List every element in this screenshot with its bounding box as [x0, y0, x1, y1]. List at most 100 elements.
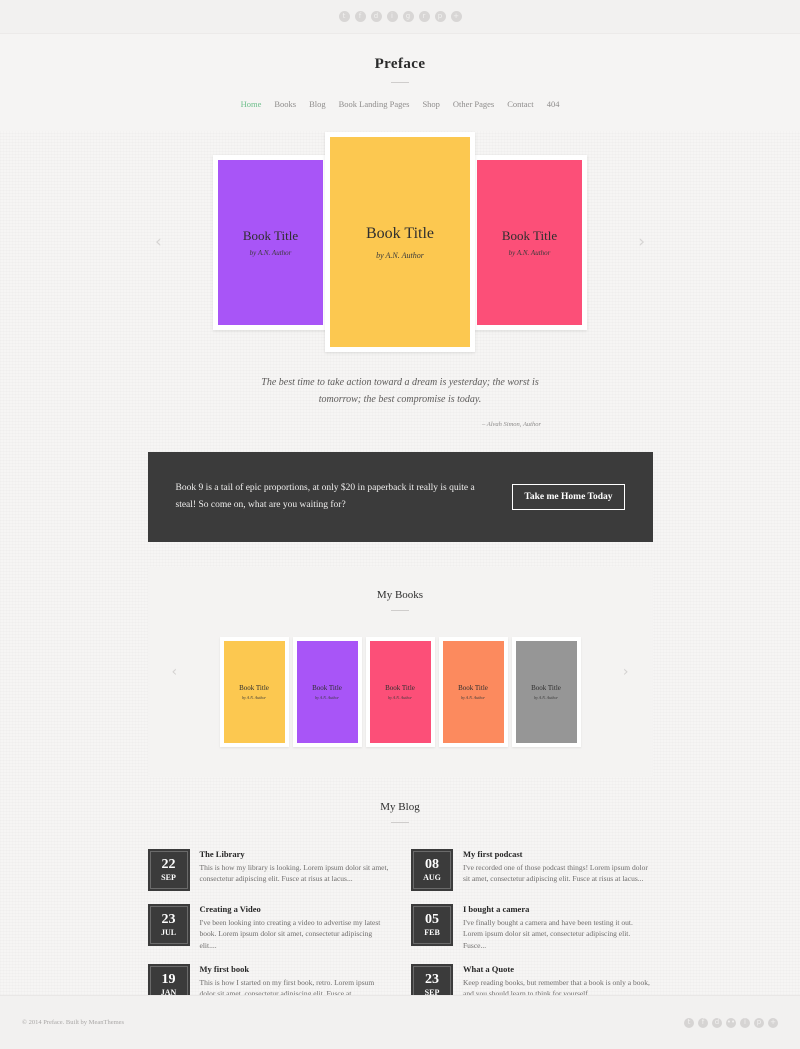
- cta-section: Book 9 is a tail of epic proportions, at…: [0, 434, 800, 542]
- post-date-month: AUG: [423, 873, 441, 882]
- my-books-section: My Books ‹ Book Title by A.N. Author Book …: [0, 567, 800, 777]
- hero-quote: The best time to take action toward a dr…: [0, 353, 800, 434]
- book-cover: Book Title by A.N. Author: [330, 137, 470, 347]
- post-date-badge: 23 JUL: [147, 904, 190, 946]
- twitter-icon[interactable]: t: [338, 11, 350, 22]
- reddit-icon[interactable]: r: [418, 11, 430, 22]
- nav-item-home[interactable]: Home: [241, 99, 262, 109]
- book-title: Book Title: [365, 224, 435, 242]
- book-author: by A.N. Author: [376, 250, 424, 260]
- facebook-icon[interactable]: f: [354, 11, 366, 22]
- book-cover: Book Title by A.N. Author: [442, 641, 504, 743]
- post-body: My first podcast I've recorded one of tho…: [463, 849, 653, 885]
- post-date-badge: 08 AUG: [411, 849, 453, 891]
- book-author: by A.N. Author: [461, 695, 485, 700]
- pinterest-icon[interactable]: p: [434, 11, 446, 22]
- nav-item-contact[interactable]: Contact: [507, 99, 533, 109]
- blog-post-item[interactable]: 23 JUL Creating a Video I've been looking i…: [147, 904, 390, 951]
- github-icon[interactable]: g: [402, 11, 414, 22]
- post-date-month: JUL: [160, 928, 177, 937]
- post-date-month: SEP: [161, 873, 176, 882]
- blog-post-item[interactable]: 22 SEP The Library This is how my library i…: [147, 849, 390, 891]
- book-author: by A.N. Author: [315, 695, 339, 700]
- post-body: The Library This is how my library is loo…: [200, 849, 390, 885]
- post-body: My first book This is how I started on my…: [200, 964, 390, 1000]
- book-cover: Book Title by A.N. Author: [218, 159, 323, 325]
- post-title[interactable]: My first book: [200, 964, 390, 974]
- post-date-day: 05: [425, 912, 439, 927]
- dribbble-icon[interactable]: d: [370, 11, 382, 22]
- books-next-arrow-icon[interactable]: ›: [623, 664, 629, 680]
- my-books-card[interactable]: Book Title by A.N. Author: [292, 637, 362, 747]
- book-author: by A.N. Author: [242, 695, 266, 700]
- my-blog-title: My Blog: [380, 801, 420, 813]
- google-plus-icon[interactable]: +: [450, 11, 462, 22]
- post-title[interactable]: I bought a camera: [463, 904, 653, 914]
- my-books-title: My Books: [376, 589, 424, 601]
- post-excerpt: I've been looking into creating a video …: [199, 918, 381, 950]
- book-cover: Book Title by A.N. Author: [369, 641, 431, 743]
- facebook-icon[interactable]: f: [698, 1017, 708, 1028]
- my-books-card[interactable]: Book Title by A.N. Author: [438, 637, 508, 747]
- flickr-icon[interactable]: ••: [726, 1017, 736, 1028]
- hero-book-card[interactable]: Book Title by A.N. Author: [472, 154, 587, 330]
- book-title: Book Title: [501, 227, 558, 243]
- book-title: Book Title: [242, 227, 299, 243]
- my-books-panel: My Books ‹ Book Title by A.N. Author Book …: [147, 567, 653, 777]
- twitter-icon[interactable]: t: [684, 1017, 694, 1028]
- books-prev-arrow-icon[interactable]: ‹: [172, 664, 178, 680]
- top-social-bar: t f d i g r p +: [0, 0, 800, 34]
- instagram-icon[interactable]: i: [386, 11, 398, 22]
- book-author: by A.N. Author: [534, 695, 558, 700]
- instagram-icon[interactable]: i: [740, 1017, 750, 1028]
- my-blog-section: My Blog 22 SEP The Library This is how my l…: [0, 777, 800, 1006]
- hero-book-card[interactable]: Book Title by A.N. Author: [325, 132, 475, 352]
- post-date-day: 19: [161, 971, 176, 987]
- post-excerpt: I've recorded one of those podcast thing…: [463, 863, 648, 884]
- book-title: Book Title: [531, 684, 561, 692]
- blog-post-item[interactable]: 08 AUG My first podcast I've recorded one o…: [411, 849, 653, 891]
- post-date-month: FEB: [424, 928, 440, 937]
- nav-item-books[interactable]: Books: [274, 99, 296, 109]
- post-body: Creating a Video I've been looking into c…: [200, 904, 390, 951]
- post-date-day: 22: [161, 857, 176, 872]
- post-title[interactable]: What a Quote: [463, 964, 653, 974]
- blog-post-item[interactable]: 05 FEB I bought a camera I've finally bough…: [411, 904, 653, 951]
- take-me-home-button[interactable]: Take me Home Today: [512, 484, 625, 510]
- hero-next-arrow-icon[interactable]: ›: [638, 232, 645, 252]
- footer-copyright: © 2014 Preface. Built by MeanThemes: [22, 1019, 125, 1026]
- book-cover: Book Title by A.N. Author: [223, 641, 285, 743]
- my-books-row: Book Title by A.N. Author Book Title by A.N…: [148, 637, 653, 747]
- main-navigation[interactable]: Home Books Blog Book Landing Pages Shop Other…: [0, 99, 800, 109]
- dribbble-icon[interactable]: d: [712, 1017, 722, 1028]
- nav-item-blog[interactable]: Blog: [309, 99, 326, 109]
- site-footer: © 2014 Preface. Built by MeanThemes t f d •…: [0, 995, 800, 1049]
- nav-item-book-landing-pages[interactable]: Book Landing Pages: [339, 99, 410, 109]
- post-date-badge: 22 SEP: [147, 849, 190, 891]
- post-title[interactable]: Creating a Video: [200, 904, 390, 914]
- my-books-card[interactable]: Book Title by A.N. Author: [365, 637, 435, 747]
- my-books-card[interactable]: Book Title by A.N. Author: [219, 637, 289, 747]
- post-date-day: 23: [161, 912, 176, 927]
- nav-item-shop[interactable]: Shop: [422, 99, 439, 109]
- nav-item-404[interactable]: 404: [547, 99, 560, 109]
- post-date-day: 08: [425, 857, 439, 872]
- nav-item-other-pages[interactable]: Other Pages: [453, 99, 494, 109]
- post-title[interactable]: My first podcast: [463, 849, 653, 859]
- hero-prev-arrow-icon[interactable]: ‹: [155, 232, 162, 252]
- book-cover: Book Title by A.N. Author: [296, 641, 358, 743]
- post-title[interactable]: The Library: [200, 849, 390, 859]
- book-cover: Book Title by A.N. Author: [515, 641, 577, 743]
- brand-divider: [391, 82, 409, 83]
- hero-carousel: ‹ Book Title by A.N. Author Book Title by A…: [0, 131, 800, 353]
- post-date-badge: 05 FEB: [411, 904, 453, 946]
- cta-text: Book 9 is a tail of epic proportions, at…: [175, 483, 475, 510]
- pinterest-icon[interactable]: p: [754, 1017, 764, 1028]
- hero-book-card[interactable]: Book Title by A.N. Author: [213, 154, 328, 330]
- post-excerpt: I've finally bought a camera and have be…: [463, 918, 633, 950]
- google-plus-icon[interactable]: +: [768, 1017, 778, 1028]
- post-body: What a Quote Keep reading books, but reme…: [463, 964, 653, 1000]
- my-books-card[interactable]: Book Title by A.N. Author: [511, 637, 581, 747]
- book-cover: Book Title by A.N. Author: [477, 159, 582, 325]
- site-brand: Preface: [374, 56, 426, 72]
